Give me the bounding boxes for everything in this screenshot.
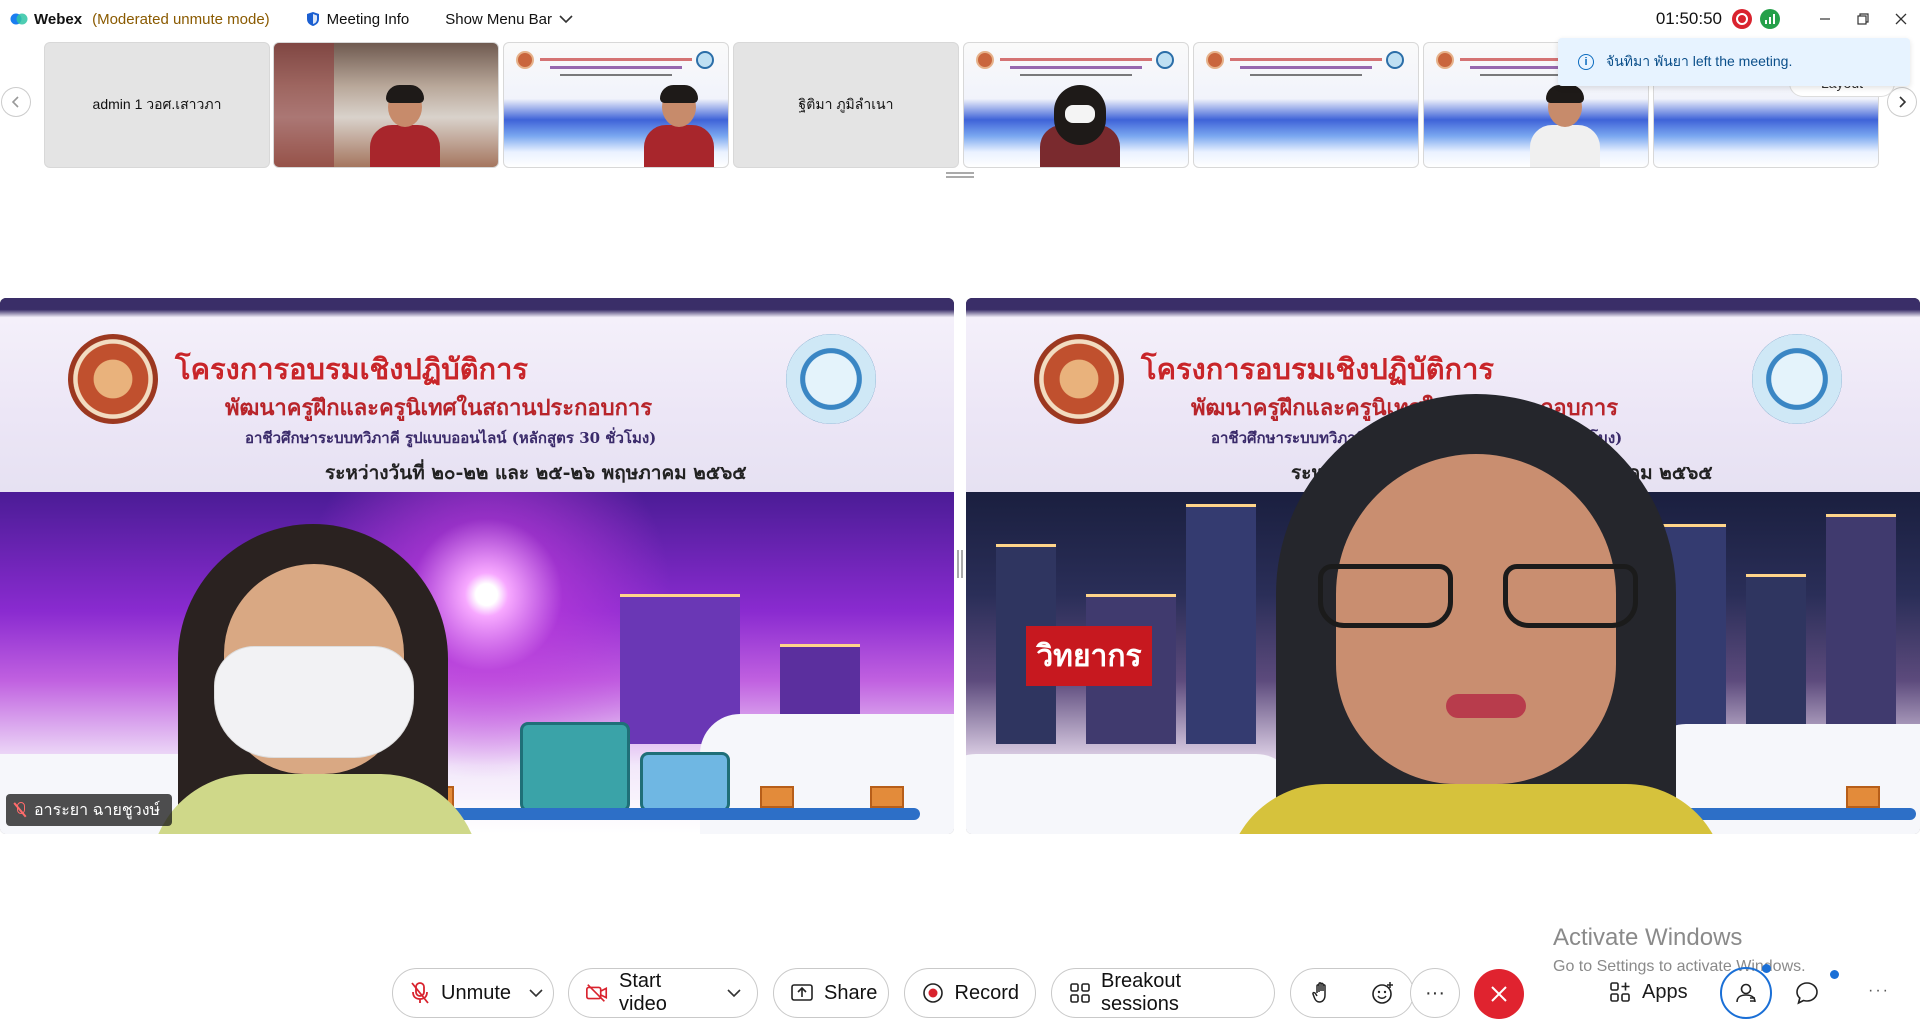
participant-thumbnail[interactable]: admin 1 วอศ.เสาวภา: [44, 42, 270, 168]
record-button[interactable]: Record: [904, 968, 1036, 1018]
video-tile-left[interactable]: โครงการอบรมเชิงปฏิบัติการ พัฒนาครูฝึกและ…: [0, 298, 954, 834]
participant-video: [150, 524, 480, 834]
chevron-down-icon: [559, 15, 573, 24]
slide-date: ระหว่างวันที่ ๒๐-๒๒ และ ๒๕-๒๖ พฤษภาคม ๒๕…: [325, 462, 747, 484]
chevron-down-icon[interactable]: [727, 985, 741, 1001]
participant-video: [644, 85, 714, 167]
apps-label: Apps: [1642, 980, 1688, 1003]
raise-hand-icon[interactable]: [1310, 981, 1334, 1005]
more-panels-button[interactable]: ···: [1868, 982, 1890, 1000]
title-bar: Webex (Moderated unmute mode) Meeting In…: [0, 0, 1920, 38]
participant-thumbnail[interactable]: [963, 42, 1189, 168]
participant-name: อาระยา ฉายชูวงษ์: [34, 801, 161, 819]
ministry-seal-icon: [786, 334, 876, 424]
minimize-icon: [1820, 18, 1830, 20]
recording-indicator-icon[interactable]: [1732, 9, 1752, 29]
video-off-icon: [585, 981, 609, 1005]
breakout-icon: [1068, 981, 1091, 1005]
webex-logo-icon: [10, 10, 28, 28]
chevron-right-icon: [1899, 96, 1907, 108]
more-options-label: ···: [1425, 981, 1445, 1004]
meeting-info-label: Meeting Info: [326, 10, 410, 28]
participant-name: ฐิติมา ภูมิลำเนา: [798, 96, 894, 112]
participant-video: [1226, 394, 1726, 834]
reactions-group: [1290, 968, 1414, 1018]
chat-badge: [1830, 970, 1839, 979]
participants-button[interactable]: [1720, 967, 1772, 1019]
breakout-label: Breakout sessions: [1101, 970, 1182, 1015]
ministry-seal-icon: [1752, 334, 1842, 424]
room-curtain: [274, 43, 334, 167]
strip-resize-handle[interactable]: [946, 172, 974, 178]
close-icon: [1895, 13, 1907, 25]
video-tile-right[interactable]: โครงการอบรมเชิงปฏิบัติการ พัฒนาครูฝึกและ…: [966, 298, 1920, 834]
notification-message: จันทิมา พันยา left the meeting.: [1606, 53, 1793, 69]
participant-thumbnail[interactable]: [273, 42, 499, 168]
slide-title: โครงการอบรมเชิงปฏิบัติการ: [1141, 352, 1494, 386]
participant-thumbnail[interactable]: ฐิติมา ภูมิลำเนา: [733, 42, 959, 168]
info-icon: i: [1578, 54, 1594, 70]
more-options-button[interactable]: ···: [1410, 968, 1460, 1018]
notification-toast: i จันทิมา พันยา left the meeting.: [1558, 38, 1910, 86]
share-label: Share: [824, 981, 878, 1004]
network-signal-icon[interactable]: [1760, 9, 1780, 29]
chat-button[interactable]: [1793, 979, 1821, 1007]
slide-subtitle: อาชีวศึกษาระบบทวิภาคี รูปแบบออนไลน์ (หลั…: [245, 429, 657, 447]
video-split-handle[interactable]: [957, 550, 963, 578]
share-button[interactable]: Share: [773, 968, 889, 1018]
meeting-clock: 01:50:50: [1655, 9, 1722, 28]
meeting-info-button[interactable]: Meeting Info: [306, 10, 410, 28]
participants-icon: [1736, 983, 1756, 1003]
restore-button[interactable]: [1844, 0, 1882, 38]
slide-title: โครงการอบรมเชิงปฏิบัติการ: [175, 352, 528, 386]
chevron-left-icon: [11, 96, 19, 108]
record-label: Record: [954, 981, 1019, 1004]
mic-muted-icon: [14, 802, 26, 818]
close-window-button[interactable]: [1882, 0, 1920, 38]
shield-icon: [306, 12, 319, 26]
share-icon: [790, 981, 814, 1005]
start-video-button[interactable]: Start video: [568, 968, 758, 1018]
mic-off-icon: [409, 981, 431, 1005]
chat-icon: [1796, 982, 1818, 1005]
record-icon: [921, 981, 945, 1005]
reaction-emoji-icon[interactable]: [1371, 981, 1395, 1005]
close-icon: [1491, 986, 1507, 1002]
strip-scroll-right-button[interactable]: [1888, 88, 1916, 116]
participants-badge: [1762, 964, 1771, 973]
breakout-sessions-button[interactable]: Breakout sessions: [1051, 968, 1275, 1018]
participant-video: [1040, 85, 1120, 167]
participant-name-tag: อาระยา ฉายชูวงษ์: [6, 794, 173, 826]
participant-video: [370, 85, 440, 167]
show-menu-bar-button[interactable]: Show Menu Bar: [445, 11, 573, 28]
slide-subtitle: พัฒนาครูฝึกและครูนิเทศในสถานประกอบการ: [225, 395, 653, 421]
participant-thumbnail[interactable]: [1193, 42, 1419, 168]
apps-button[interactable]: Apps: [1608, 980, 1688, 1004]
participant-video: [1530, 85, 1600, 167]
participant-thumbnail[interactable]: [503, 42, 729, 168]
participant-name: admin 1 วอศ.เสาวภา: [92, 96, 222, 112]
show-menu-bar-label: Show Menu Bar: [445, 10, 552, 28]
speaker-label: วิทยากร: [1026, 626, 1152, 686]
start-video-label: Start video: [619, 970, 667, 1015]
slide-header: โครงการอบรมเชิงปฏิบัติการ พัฒนาครูฝึกและ…: [0, 298, 954, 492]
college-seal-icon: [68, 334, 158, 424]
app-name: Webex: [34, 10, 83, 28]
unmute-label: Unmute: [441, 981, 512, 1004]
watermark-title: Activate Windows: [1553, 924, 1743, 951]
end-meeting-button[interactable]: [1474, 969, 1524, 1019]
chevron-down-icon[interactable]: [529, 985, 543, 1001]
apps-icon: [1608, 980, 1632, 1004]
college-seal-icon: [1034, 334, 1124, 424]
minimize-button[interactable]: [1806, 0, 1844, 38]
unmute-button[interactable]: Unmute: [392, 968, 554, 1018]
restore-icon: [1857, 13, 1869, 25]
strip-scroll-left-button[interactable]: [2, 88, 30, 116]
meeting-mode: (Moderated unmute mode): [92, 10, 270, 28]
